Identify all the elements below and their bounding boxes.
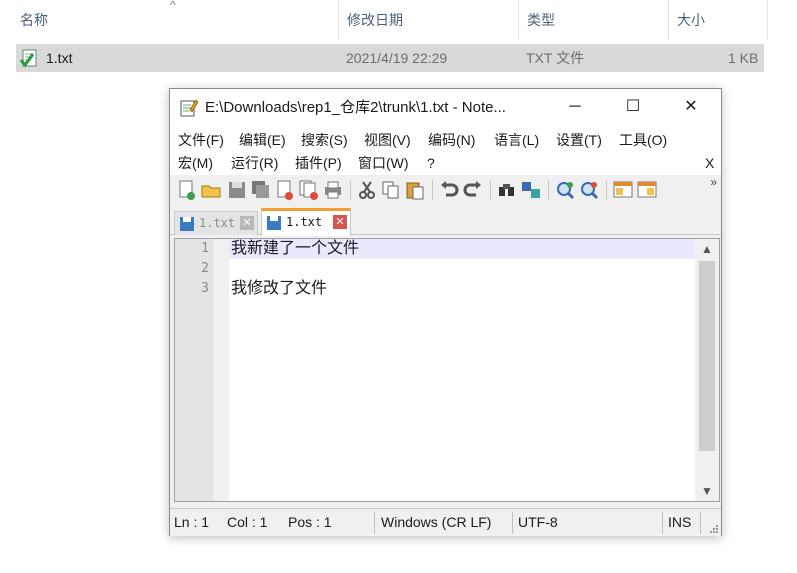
- document-tab-bar: 1.txt ✕ 1.txt ✕: [170, 205, 721, 236]
- scroll-up-icon[interactable]: ▲: [695, 239, 719, 259]
- paste-icon[interactable]: [404, 179, 426, 201]
- toolbar-separator: [490, 180, 491, 200]
- tab-close-icon[interactable]: ✕: [333, 215, 347, 229]
- toolbar-separator: [432, 180, 433, 200]
- menu-help[interactable]: ?: [427, 151, 435, 175]
- vertical-scrollbar[interactable]: ▲ ▼: [695, 239, 719, 501]
- column-size-label: 大小: [677, 12, 705, 28]
- scroll-down-icon[interactable]: ▼: [695, 481, 719, 501]
- menu-search[interactable]: 搜索(S): [301, 128, 348, 152]
- file-row[interactable]: 1.txt 2021/4/19 22:29 TXT 文件 1 KB: [16, 44, 764, 72]
- menu-tools[interactable]: 工具(O): [619, 128, 667, 152]
- save-icon[interactable]: [226, 179, 248, 201]
- resize-grip-icon[interactable]: [709, 524, 719, 534]
- close-window-button[interactable]: ✕: [668, 89, 714, 127]
- title-bar[interactable]: E:\Downloads\rep1_仓库2\trunk\1.txt - Note…: [170, 89, 721, 127]
- code-line: 我修改了文件: [231, 280, 328, 297]
- minimize-button[interactable]: ─: [552, 89, 598, 127]
- saved-disk-icon: [180, 217, 194, 231]
- menu-run[interactable]: 运行(R): [231, 151, 278, 175]
- redo-icon[interactable]: [462, 179, 484, 201]
- undo-icon[interactable]: [438, 179, 460, 201]
- close-all-icon[interactable]: [298, 179, 320, 201]
- replace-icon[interactable]: [520, 179, 542, 201]
- status-column: Col : 1: [227, 514, 268, 530]
- column-modified-label: 修改日期: [347, 12, 403, 28]
- tab-label: 1.txt: [199, 216, 236, 230]
- close-file-icon[interactable]: [274, 179, 296, 201]
- line-number: 3: [201, 281, 209, 296]
- file-type: TXT 文件: [526, 50, 585, 66]
- menu-window[interactable]: 窗口(W): [358, 151, 409, 175]
- notepad-app-icon: [180, 99, 199, 117]
- status-separator: [662, 512, 663, 534]
- text-editor[interactable]: 1 2 3 我新建了一个文件 我修改了文件 ▲ ▼: [174, 238, 720, 502]
- menu-file[interactable]: 文件(F): [178, 128, 224, 152]
- sync-scroll-horizontal-icon[interactable]: [636, 179, 658, 201]
- save-all-icon[interactable]: [250, 179, 272, 201]
- file-modified: 2021/4/19 22:29: [346, 50, 448, 66]
- toolbar-separator: [548, 180, 549, 200]
- sync-scroll-vertical-icon[interactable]: [612, 179, 634, 201]
- status-eol-format[interactable]: Windows (CR LF): [381, 509, 491, 536]
- menu-language[interactable]: 语言(L): [494, 128, 539, 152]
- menu-macro[interactable]: 宏(M): [178, 151, 213, 175]
- menu-view[interactable]: 视图(V): [364, 128, 411, 152]
- status-bar: Ln : 1 Col : 1 Pos : 1 Windows (CR LF) U…: [170, 508, 721, 536]
- saved-disk-icon: [267, 216, 281, 230]
- menu-encoding[interactable]: 编码(N): [428, 128, 475, 152]
- scrollbar-thumb[interactable]: [699, 261, 715, 451]
- fold-margin: [213, 239, 229, 501]
- status-insert-mode: INS: [668, 514, 692, 530]
- toolbar-separator: [606, 180, 607, 200]
- column-header-size[interactable]: 大小: [668, 0, 768, 40]
- column-header-type[interactable]: 类型: [518, 0, 668, 40]
- status-position: Pos : 1: [288, 514, 332, 530]
- menu-settings[interactable]: 设置(T): [556, 128, 602, 152]
- column-type-label: 类型: [527, 12, 555, 28]
- open-file-icon[interactable]: [200, 179, 222, 201]
- print-icon[interactable]: [322, 179, 344, 201]
- status-separator: [700, 512, 701, 534]
- toolbar-separator: [350, 180, 351, 200]
- window-title: E:\Downloads\rep1_仓库2\trunk\1.txt - Note…: [205, 99, 506, 116]
- text-file-icon: [20, 49, 37, 68]
- menu-edit[interactable]: 编辑(E): [239, 128, 286, 152]
- line-number-gutter: 1 2 3: [175, 239, 213, 501]
- sort-ascending-icon: ^: [170, 0, 176, 12]
- code-line: 我新建了一个文件: [231, 240, 360, 257]
- toolbar: »: [170, 175, 721, 205]
- column-header-bar: 名称 ^ 修改日期 类型 大小: [0, 0, 770, 40]
- tab-close-icon[interactable]: ✕: [240, 216, 254, 230]
- toolbar-overflow-button[interactable]: »: [710, 175, 717, 189]
- column-header-modified[interactable]: 修改日期: [338, 0, 518, 40]
- status-separator: [512, 512, 513, 534]
- notepad-plus-plus-window: E:\Downloads\rep1_仓库2\trunk\1.txt - Note…: [169, 88, 722, 536]
- status-line: Ln : 1: [174, 514, 210, 530]
- tab-label: 1.txt: [286, 215, 323, 229]
- status-separator: [374, 512, 375, 534]
- file-name: 1.txt: [46, 50, 73, 66]
- menu-close-document-button[interactable]: X: [705, 151, 714, 175]
- find-icon[interactable]: [496, 179, 518, 201]
- zoom-in-icon[interactable]: [554, 179, 576, 201]
- new-file-icon[interactable]: [176, 179, 198, 201]
- menu-plugins[interactable]: 插件(P): [295, 151, 342, 175]
- line-number: 1: [201, 241, 209, 256]
- cut-icon[interactable]: [356, 179, 378, 201]
- line-number: 2: [201, 261, 209, 276]
- menu-bar: 文件(F) 编辑(E) 搜索(S) 视图(V) 编码(N) 语言(L) 设置(T…: [170, 127, 721, 175]
- status-encoding[interactable]: UTF-8: [518, 509, 558, 536]
- copy-icon[interactable]: [380, 179, 402, 201]
- column-name-label: 名称: [20, 12, 48, 28]
- zoom-out-icon[interactable]: [578, 179, 600, 201]
- tab-1-txt-active[interactable]: 1.txt ✕: [261, 208, 351, 236]
- tab-1-txt-inactive[interactable]: 1.txt ✕: [174, 211, 258, 235]
- maximize-button[interactable]: ☐: [610, 89, 656, 127]
- file-size: 1 KB: [728, 50, 759, 66]
